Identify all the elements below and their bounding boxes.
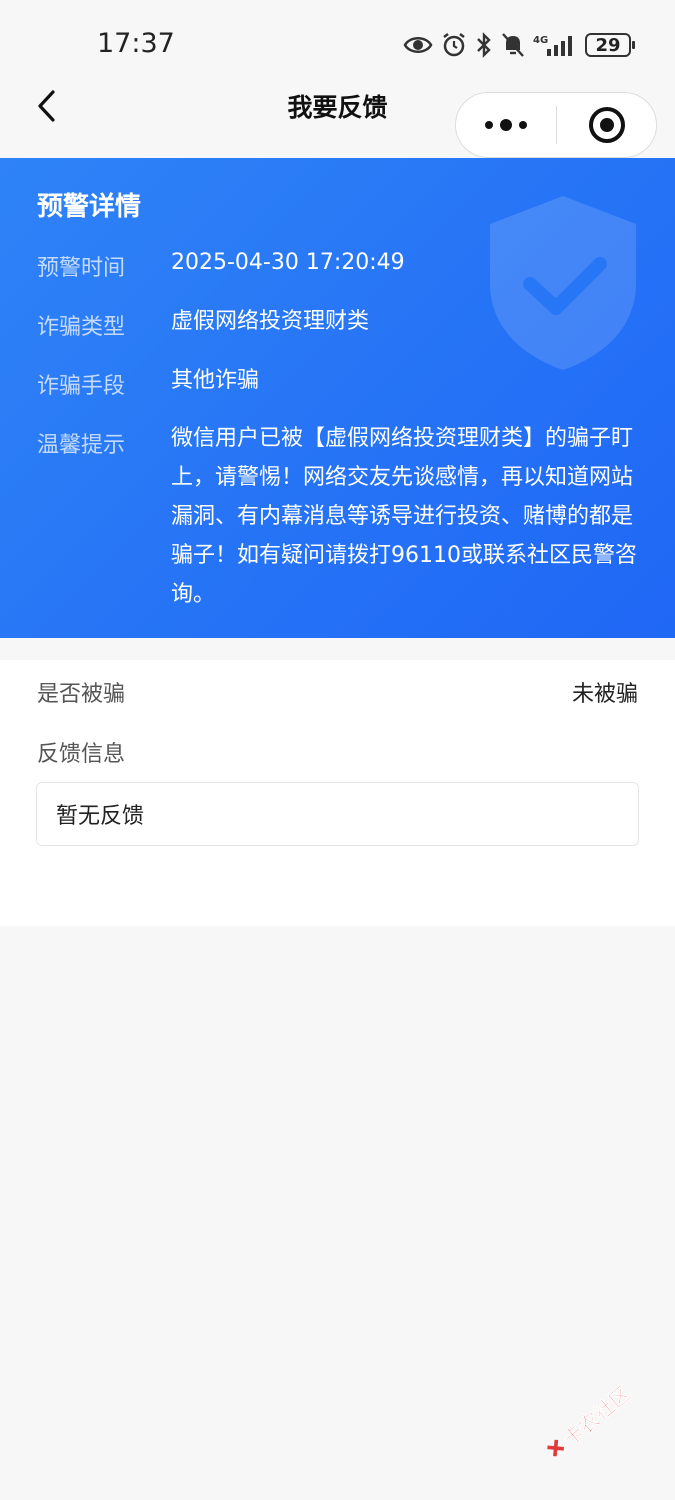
row-label: 预警时间 [37, 256, 126, 281]
shield-check-icon [490, 196, 636, 370]
close-button[interactable] [557, 93, 656, 157]
signal-icon: 4G [533, 32, 577, 58]
row-value: 其他诈骗 [171, 368, 260, 393]
status-bar: 17:37 4G 29 [0, 0, 675, 80]
more-button[interactable] [456, 93, 556, 157]
row-value: 2025-04-30 17:20:49 [171, 250, 405, 275]
row-value: 微信用户已被【虚假网络投资理财类】的骗子盯上，请警惕！网络交友先谈感情，再以知道… [171, 426, 637, 607]
battery-icon: 29 [585, 33, 635, 57]
network-type: 4G [533, 35, 548, 46]
feedback-info-box: 暂无反馈 [36, 782, 639, 846]
community-watermark: 卡农社区 [527, 1362, 649, 1480]
feedback-section: 是否被骗 未被骗 反馈信息 暂无反馈 [0, 660, 675, 926]
row-label: 诈骗手段 [37, 374, 126, 399]
status-time: 17:37 [97, 28, 175, 59]
warning-row-time: 预警时间 2025-04-30 17:20:49 [37, 250, 647, 282]
warning-card: 预警详情 预警时间 2025-04-30 17:20:49 诈骗类型 虚假网络投… [0, 158, 675, 638]
nav-bar: 我要反馈 [0, 80, 675, 158]
warning-row-tip: 温馨提示 微信用户已被【虚假网络投资理财类】的骗子盯上，请警惕！网络交友先谈感情… [37, 426, 647, 614]
scammed-value: 未被骗 [571, 682, 638, 707]
mute-icon [501, 32, 525, 58]
scammed-label: 是否被骗 [37, 682, 126, 707]
watermark-text: 卡农社区 [558, 1380, 635, 1451]
target-close-icon [588, 107, 625, 143]
eye-icon [403, 34, 433, 56]
warning-title: 预警详情 [37, 192, 142, 222]
bluetooth-icon [475, 32, 493, 58]
status-icons: 4G 29 [403, 30, 635, 60]
feedback-info-value: 暂无反馈 [56, 804, 145, 829]
more-dots-icon [485, 119, 527, 131]
row-label: 温馨提示 [37, 433, 126, 458]
row-label: 诈骗类型 [37, 315, 126, 340]
alarm-icon [441, 32, 467, 58]
feedback-info-label: 反馈信息 [37, 742, 126, 767]
row-value: 虚假网络投资理财类 [171, 309, 370, 334]
warning-row-type: 诈骗类型 虚假网络投资理财类 [37, 309, 647, 341]
warning-row-method: 诈骗手段 其他诈骗 [37, 368, 647, 400]
mini-program-capsule [455, 92, 657, 158]
